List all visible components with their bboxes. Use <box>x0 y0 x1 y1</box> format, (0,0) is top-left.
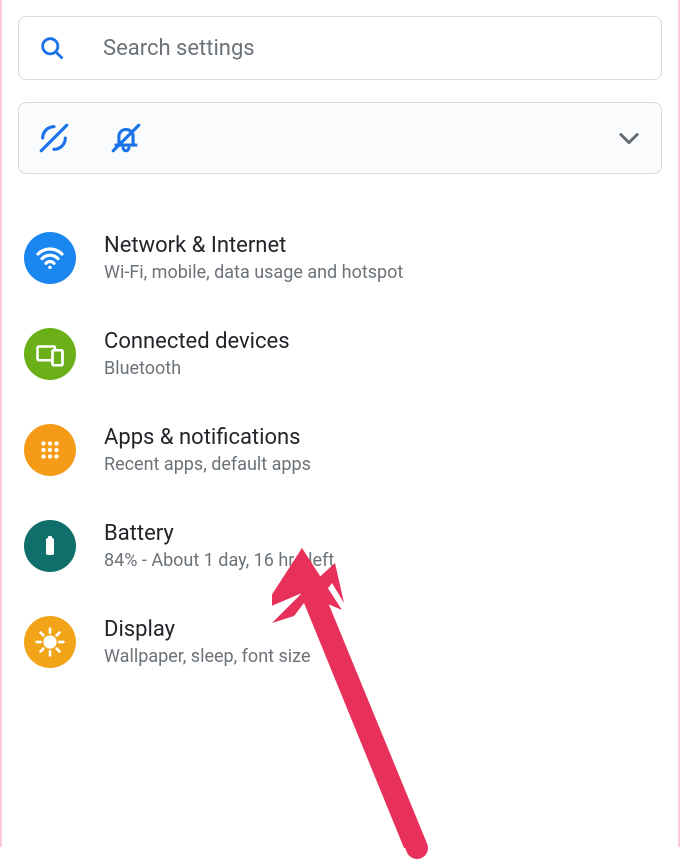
setting-subtitle: Wi-Fi, mobile, data usage and hotspot <box>104 262 403 283</box>
settings-list: Network & Internet Wi-Fi, mobile, data u… <box>18 210 662 690</box>
setting-title: Network & Internet <box>104 233 403 258</box>
setting-apps-notifications[interactable]: Apps & notifications Recent apps, defaul… <box>18 402 662 498</box>
search-placeholder: Search settings <box>103 36 255 61</box>
setting-title: Battery <box>104 521 334 546</box>
setting-display[interactable]: Display Wallpaper, sleep, font size <box>18 594 662 690</box>
setting-title: Display <box>104 617 311 642</box>
chevron-down-icon <box>615 124 643 152</box>
display-icon <box>24 616 76 668</box>
setting-connected-devices[interactable]: Connected devices Bluetooth <box>18 306 662 402</box>
search-icon <box>37 33 67 63</box>
battery-icon <box>24 520 76 572</box>
setting-subtitle: 84% - About 1 day, 16 hrs left <box>104 550 334 571</box>
setting-subtitle: Recent apps, default apps <box>104 454 311 475</box>
search-settings-field[interactable]: Search settings <box>18 16 662 80</box>
setting-title: Apps & notifications <box>104 425 311 450</box>
wifi-icon <box>24 232 76 284</box>
notifications-off-icon <box>109 121 143 155</box>
setting-title: Connected devices <box>104 329 290 354</box>
apps-icon <box>24 424 76 476</box>
setting-subtitle: Bluetooth <box>104 358 290 379</box>
setting-network-internet[interactable]: Network & Internet Wi-Fi, mobile, data u… <box>18 210 662 306</box>
data-saver-off-icon <box>37 121 71 155</box>
suggestions-panel[interactable] <box>18 102 662 174</box>
devices-icon <box>24 328 76 380</box>
setting-battery[interactable]: Battery 84% - About 1 day, 16 hrs left <box>18 498 662 594</box>
setting-subtitle: Wallpaper, sleep, font size <box>104 646 311 667</box>
